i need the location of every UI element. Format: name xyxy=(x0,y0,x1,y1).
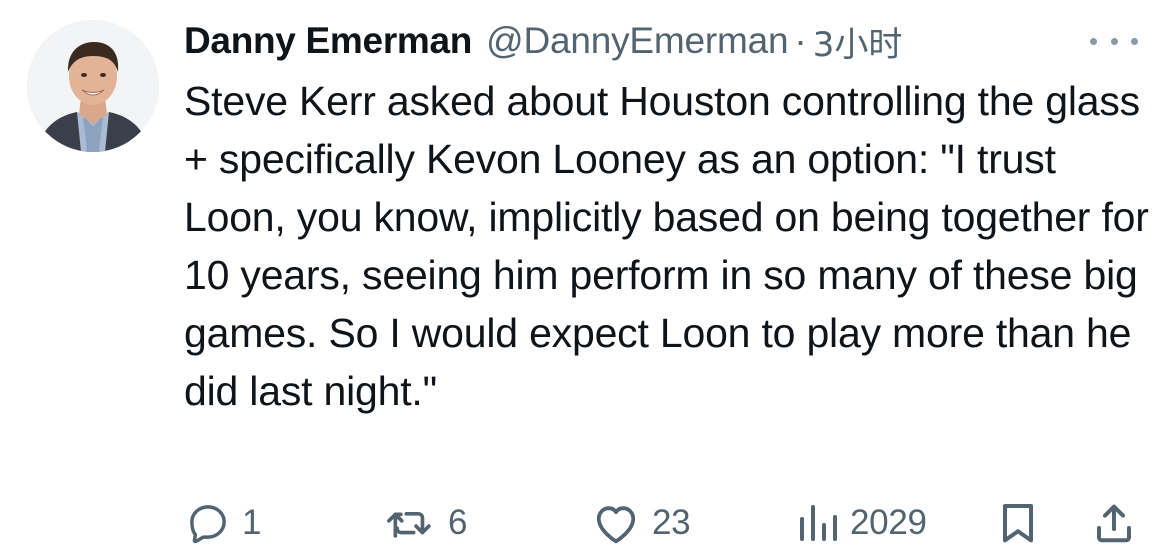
tweet-actions: 1 6 23 2029 xyxy=(0,495,1170,551)
reply-icon xyxy=(190,505,226,544)
profile-photo xyxy=(27,20,159,152)
share-button[interactable] xyxy=(1092,495,1136,551)
tweet-timestamp[interactable]: 3小时 xyxy=(813,17,903,66)
bookmark-icon xyxy=(1003,504,1033,543)
tweet-header: Danny Emerman @DannyEmerman · 3小时 xyxy=(184,14,902,68)
bookmark-button[interactable] xyxy=(996,495,1040,551)
author-display-name[interactable]: Danny Emerman xyxy=(184,20,472,62)
more-horizontal-icon-dot xyxy=(1131,37,1138,45)
header-separator: · xyxy=(794,20,807,61)
more-horizontal-icon-dot xyxy=(1110,37,1118,45)
views-count: 2029 xyxy=(850,503,927,542)
author-handle[interactable]: @DannyEmerman xyxy=(486,20,788,62)
reply-count: 1 xyxy=(242,503,262,542)
like-count: 23 xyxy=(652,503,691,542)
retweet-icon xyxy=(387,512,431,538)
tweet[interactable]: Danny Emerman @DannyEmerman · 3小时 Steve … xyxy=(0,0,1170,558)
retweet-button[interactable]: 6 xyxy=(384,495,467,551)
heart-icon xyxy=(596,506,636,544)
retweet-count: 6 xyxy=(448,503,468,542)
more-options-button[interactable] xyxy=(1090,27,1138,55)
tweet-text: Steve Kerr asked about Houston controlli… xyxy=(184,78,1149,414)
more-horizontal-icon-dot xyxy=(1090,37,1097,45)
like-button[interactable]: 23 xyxy=(592,495,691,551)
views-analytics-icon xyxy=(800,505,837,541)
reply-button[interactable]: 1 xyxy=(186,495,261,551)
views-button[interactable]: 2029 xyxy=(796,495,927,551)
share-icon xyxy=(1097,504,1131,543)
avatar[interactable] xyxy=(27,20,159,152)
